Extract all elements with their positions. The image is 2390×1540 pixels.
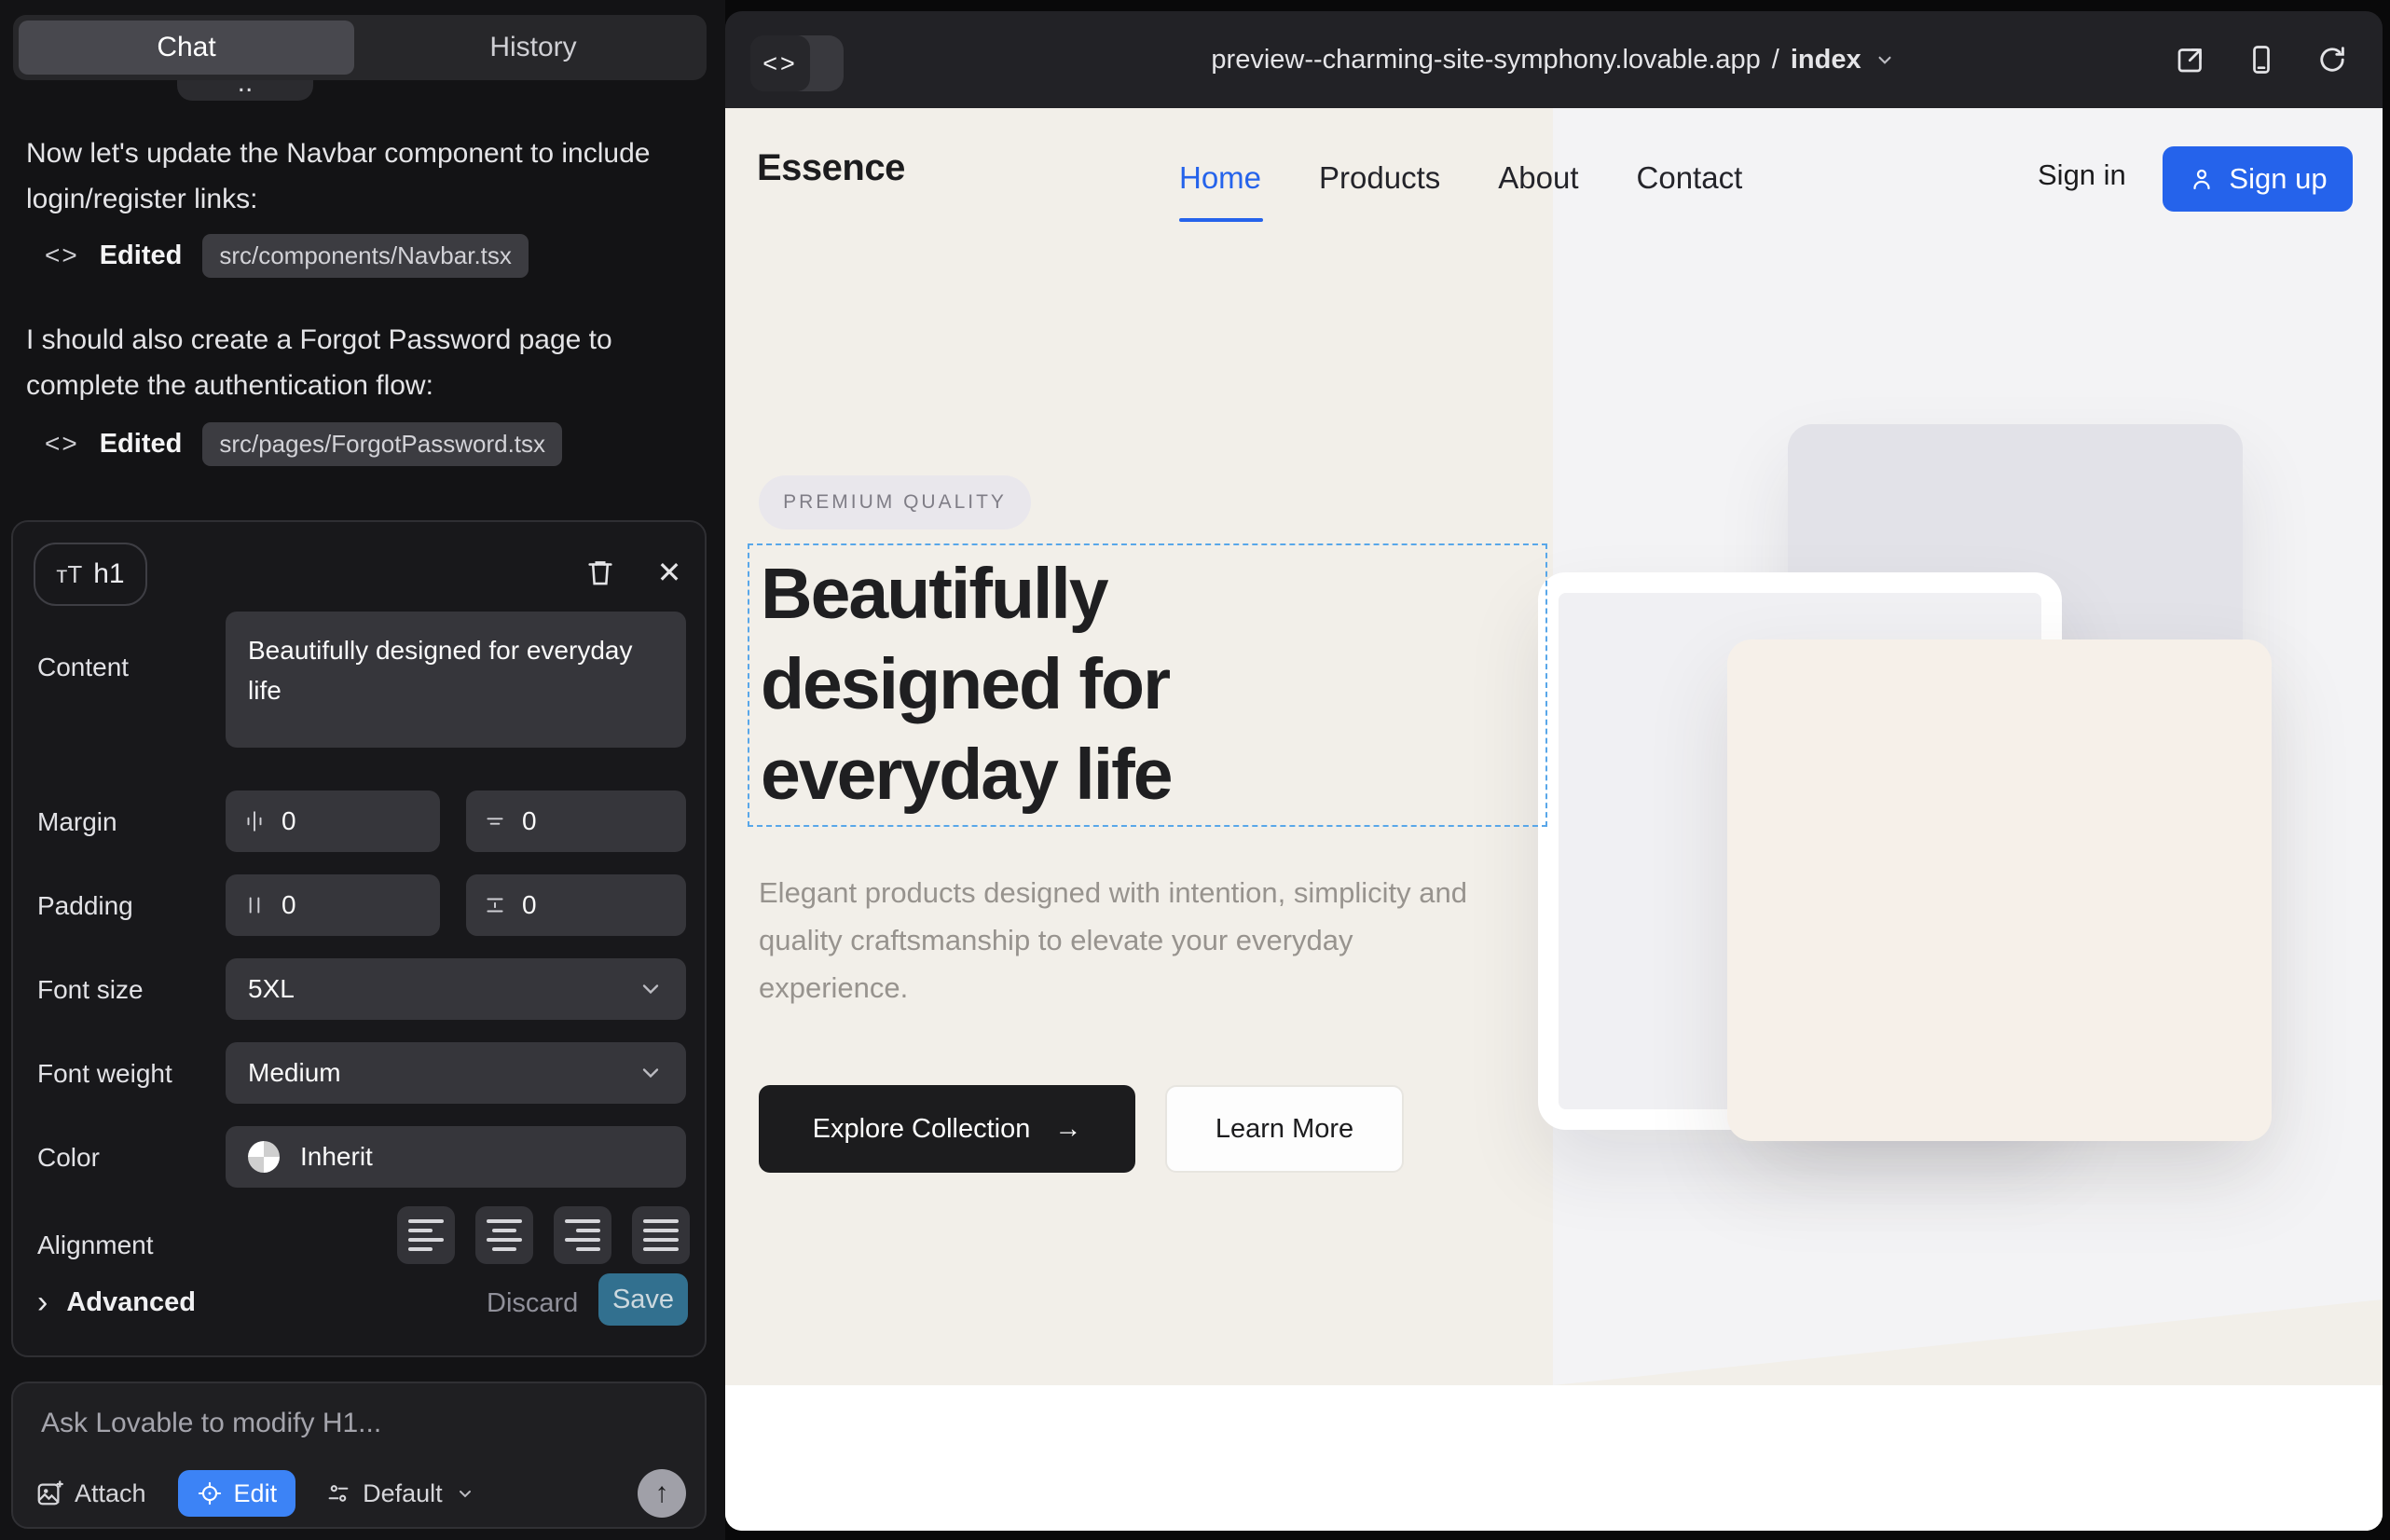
margin-vertical-icon bbox=[483, 809, 507, 833]
preview-browser-window: preview--charming-site-symphony.lovable.… bbox=[725, 11, 2383, 1531]
alignment-label: Alignment bbox=[37, 1231, 154, 1260]
refresh-icon[interactable] bbox=[2315, 43, 2349, 76]
color-swatch-transparent bbox=[248, 1141, 280, 1173]
arrow-right-icon: → bbox=[1054, 1114, 1081, 1145]
nav-link-contact[interactable]: Contact bbox=[1637, 160, 1743, 196]
target-icon bbox=[197, 1480, 223, 1506]
close-icon: ✕ bbox=[657, 555, 682, 590]
code-icon: <> bbox=[45, 429, 79, 459]
hero-card-cream bbox=[1727, 639, 2272, 1141]
preview-url: preview--charming-site-symphony.lovable.… bbox=[1211, 45, 1760, 76]
chevron-down-icon bbox=[1873, 48, 1897, 72]
color-label: Color bbox=[37, 1143, 100, 1173]
hero-headline: Beautifully designed for everyday life bbox=[749, 545, 1545, 820]
scrolled-message-pill[interactable]: .. bbox=[177, 78, 313, 101]
chevron-down-icon bbox=[454, 1482, 476, 1505]
nav-link-home[interactable]: Home bbox=[1179, 160, 1261, 196]
margin-y-input[interactable]: 0 bbox=[466, 791, 686, 852]
lovable-chat-panel: .. Chat History Now let's update the Nav… bbox=[0, 0, 725, 1540]
url-bar[interactable]: preview--charming-site-symphony.lovable.… bbox=[725, 11, 2383, 108]
content-input[interactable]: Beautifully designed for everyday life bbox=[226, 612, 686, 748]
close-panel-button[interactable]: ✕ bbox=[649, 552, 690, 593]
site-logo[interactable]: Essence bbox=[757, 147, 905, 189]
chat-message: Now let's update the Navbar component to… bbox=[26, 131, 692, 222]
discard-button[interactable]: Discard bbox=[487, 1288, 578, 1319]
send-button[interactable]: ↑ bbox=[638, 1469, 686, 1518]
chevron-right-icon: › bbox=[37, 1285, 48, 1321]
element-tag-badge[interactable]: тT h1 bbox=[34, 543, 147, 606]
person-icon bbox=[2188, 165, 2216, 193]
composer-toolbar: Attach Edit bbox=[35, 1469, 686, 1518]
signup-button[interactable]: Sign up bbox=[2163, 146, 2353, 212]
nav-link-products[interactable]: Products bbox=[1319, 160, 1440, 196]
trash-icon bbox=[584, 556, 616, 589]
padding-y-input[interactable]: 0 bbox=[466, 874, 686, 936]
premium-quality-badge: PREMIUM QUALITY bbox=[759, 475, 1031, 529]
hero-paragraph: Elegant products designed with intention… bbox=[759, 869, 1495, 1011]
save-button[interactable]: Save bbox=[598, 1273, 688, 1326]
explore-collection-button[interactable]: Explore Collection → bbox=[759, 1085, 1135, 1173]
tab-chat[interactable]: Chat bbox=[19, 21, 354, 75]
prompt-input[interactable]: Ask Lovable to modify H1... bbox=[41, 1408, 381, 1439]
edited-file-row[interactable]: <> Edited src/components/Navbar.tsx bbox=[45, 233, 529, 278]
h1-selection-outline[interactable]: Beautifully designed for everyday life bbox=[748, 543, 1547, 827]
delete-element-button[interactable] bbox=[580, 552, 621, 593]
chevron-down-icon bbox=[638, 976, 664, 1002]
arrow-up-icon: ↑ bbox=[655, 1478, 669, 1509]
tab-history[interactable]: History bbox=[365, 21, 701, 75]
model-default-selector[interactable]: Default bbox=[325, 1479, 476, 1508]
mobile-view-icon[interactable] bbox=[2245, 43, 2278, 76]
element-tag-label: h1 bbox=[93, 558, 124, 590]
learn-more-button[interactable]: Learn More bbox=[1165, 1085, 1404, 1173]
file-chip[interactable]: src/components/Navbar.tsx bbox=[202, 234, 529, 278]
color-select[interactable]: Inherit bbox=[226, 1126, 686, 1188]
padding-label: Padding bbox=[37, 891, 133, 921]
chevron-down-icon bbox=[638, 1060, 664, 1086]
prompt-composer: Ask Lovable to modify H1... Attach bbox=[11, 1382, 707, 1529]
signin-link[interactable]: Sign in bbox=[2038, 158, 2126, 192]
sliders-icon bbox=[325, 1480, 351, 1506]
edited-file-row[interactable]: <> Edited src/pages/ForgotPassword.tsx bbox=[45, 421, 562, 466]
align-justify-button[interactable] bbox=[632, 1206, 690, 1264]
margin-x-input[interactable]: 0 bbox=[226, 791, 440, 852]
code-preview-toggle[interactable]: <> bbox=[750, 35, 844, 91]
open-external-icon[interactable] bbox=[2174, 43, 2207, 76]
edited-label: Edited bbox=[100, 241, 183, 271]
site-viewport: Essence Home Products About Contact Sign… bbox=[725, 108, 2383, 1531]
advanced-toggle[interactable]: › Advanced bbox=[37, 1285, 196, 1321]
attach-image-icon bbox=[35, 1479, 63, 1507]
nav-link-about[interactable]: About bbox=[1498, 160, 1578, 196]
file-chip[interactable]: src/pages/ForgotPassword.tsx bbox=[202, 422, 562, 466]
align-left-button[interactable] bbox=[397, 1206, 455, 1264]
content-label: Content bbox=[37, 653, 129, 682]
site-nav: Home Products About Contact bbox=[1179, 160, 1742, 196]
code-icon: <> bbox=[750, 35, 810, 91]
attach-button[interactable]: Attach bbox=[35, 1479, 146, 1508]
element-editor-panel: тT h1 ✕ Content Beautifully designed for… bbox=[11, 520, 707, 1357]
text-type-icon: тT bbox=[56, 560, 82, 589]
edited-label: Edited bbox=[100, 429, 183, 460]
chat-history-tabbar: Chat History bbox=[13, 15, 707, 80]
align-right-button[interactable] bbox=[554, 1206, 611, 1264]
font-weight-label: Font weight bbox=[37, 1059, 172, 1089]
font-size-select[interactable]: 5XL bbox=[226, 958, 686, 1020]
preview-path: index bbox=[1791, 45, 1861, 76]
code-icon: <> bbox=[45, 241, 79, 270]
font-weight-select[interactable]: Medium bbox=[226, 1042, 686, 1104]
edit-mode-button[interactable]: Edit bbox=[178, 1470, 296, 1517]
browser-toolbar: preview--charming-site-symphony.lovable.… bbox=[725, 11, 2383, 108]
padding-x-input[interactable]: 0 bbox=[226, 874, 440, 936]
margin-horizontal-icon bbox=[242, 809, 267, 833]
chat-message: I should also create a Forgot Password p… bbox=[26, 317, 692, 408]
font-size-label: Font size bbox=[37, 975, 144, 1005]
padding-vertical-icon bbox=[483, 893, 507, 917]
active-nav-underline bbox=[1179, 218, 1263, 222]
url-separator: / bbox=[1772, 45, 1779, 76]
padding-horizontal-icon bbox=[242, 893, 267, 917]
align-center-button[interactable] bbox=[475, 1206, 533, 1264]
margin-label: Margin bbox=[37, 807, 117, 837]
next-section-background bbox=[725, 1385, 2383, 1531]
